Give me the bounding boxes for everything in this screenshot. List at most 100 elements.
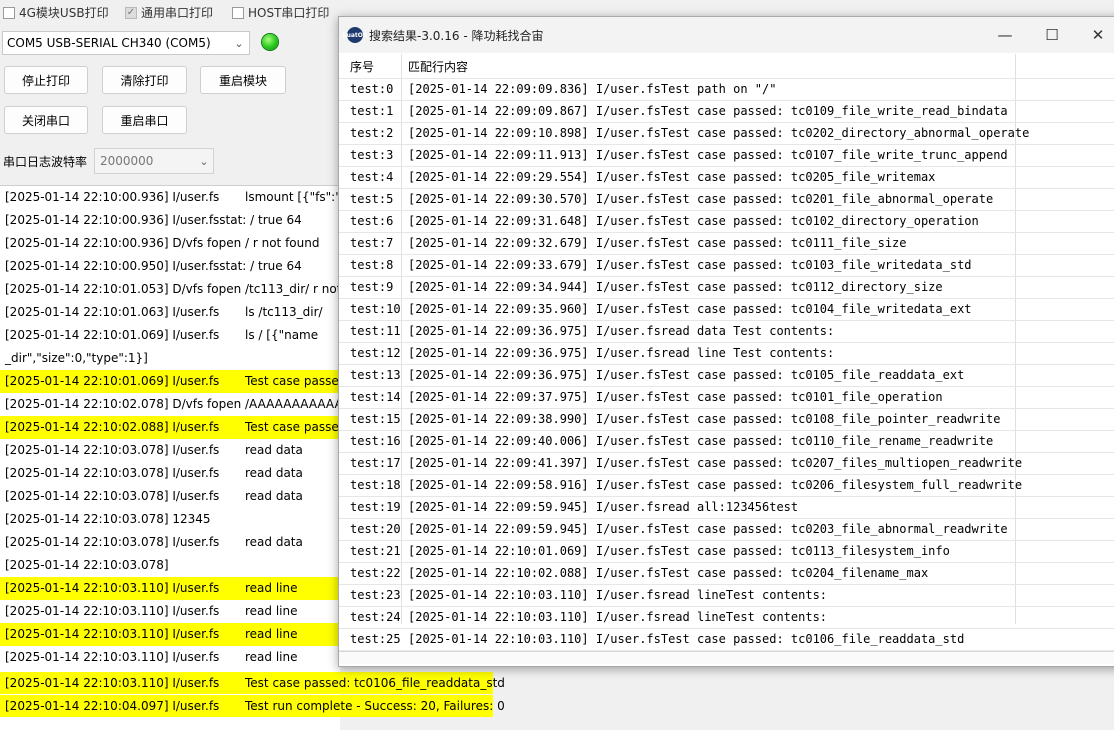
result-index: test:16 [350,434,401,448]
table-row[interactable]: test:4 [2025-01-14 22:09:29.554] I/user.f… [339,167,1114,189]
window-titlebar[interactable]: LuatOS 搜索结果-3.0.16 - 降功耗找合宙 — ☐ ✕ [339,17,1114,53]
log-message: read data [245,489,303,503]
search-results-table[interactable]: 序号 匹配行内容 test:0 [2025-01-14 22:09:09.836]… [339,54,1114,664]
result-index: test:17 [350,456,401,470]
table-row[interactable]: test:10 [2025-01-14 22:09:35.960] I/user.… [339,299,1114,321]
maximize-button[interactable]: ☐ [1029,17,1075,53]
result-index: test:2 [350,126,394,140]
log-message: read line [245,604,298,618]
result-line-content: [2025-01-14 22:10:03.110] I/user.fsread … [408,588,828,602]
log-timestamp: [2025-01-14 22:10:00.936] I/user.fsstat:… [5,213,302,227]
result-line-content: [2025-01-14 22:09:36.975] I/user.fsread … [408,324,835,338]
table-row[interactable]: test:15 [2025-01-14 22:09:38.990] I/user.… [339,409,1114,431]
result-line-content: [2025-01-14 22:09:35.960] I/user.fsTest … [408,302,972,316]
log-message: ls / [{"name [245,328,319,342]
table-row[interactable]: test:11 [2025-01-14 22:09:36.975] I/user.… [339,321,1114,343]
table-row[interactable]: test:5 [2025-01-14 22:09:30.570] I/user.f… [339,189,1114,211]
close-port-button[interactable]: 关闭串口 [4,106,88,134]
header-index[interactable]: 序号 [350,54,374,80]
table-row[interactable]: test:13 [2025-01-14 22:09:36.975] I/user.… [339,365,1114,387]
table-row[interactable]: test:23 [2025-01-14 22:10:03.110] I/user.… [339,585,1114,607]
log-row: [2025-01-14 22:10:00.936] I/user.fsstat:… [0,209,340,232]
log-row: [2025-01-14 22:10:03.110] I/user.fs read … [0,646,340,669]
stop-print-button[interactable]: 停止打印 [4,66,88,94]
checkbox-label: 4G模块USB打印 [19,6,109,20]
table-row[interactable]: test:8 [2025-01-14 22:09:33.679] I/user.f… [339,255,1114,277]
table-row[interactable]: test:16 [2025-01-14 22:09:40.006] I/user.… [339,431,1114,453]
chevron-down-icon[interactable]: ⌄ [195,155,213,168]
checkbox-host-serial-print[interactable]: HOST串口打印 [232,4,329,21]
checkbox-general-serial-print[interactable]: ✓ 通用串口打印 [125,4,213,21]
clear-print-button[interactable]: 清除打印 [102,66,187,94]
port-select-value: COM5 USB-SERIAL CH340 (COM5) [7,36,211,50]
log-timestamp: [2025-01-14 22:10:04.097] I/user.fs [5,699,220,713]
log-message: Test run complete - Success: 20, Failure… [245,699,505,713]
result-line-content: [2025-01-14 22:09:38.990] I/user.fsTest … [408,412,1001,426]
log-row: [2025-01-14 22:10:03.078] I/user.fs read … [0,485,340,508]
result-index: test:5 [350,192,394,206]
table-row[interactable]: test:19 [2025-01-14 22:09:59.945] I/user.… [339,497,1114,519]
result-line-content: [2025-01-14 22:09:30.570] I/user.fsTest … [408,192,994,206]
log-timestamp: [2025-01-14 22:10:03.078] I/user.fs [5,535,220,549]
close-button[interactable]: ✕ [1075,17,1114,53]
table-row[interactable]: test:18 [2025-01-14 22:09:58.916] I/user.… [339,475,1114,497]
header-content[interactable]: 匹配行内容 [408,54,468,80]
table-row[interactable]: test:3 [2025-01-14 22:09:11.913] I/user.f… [339,145,1114,167]
log-timestamp: [2025-01-14 22:10:03.078] I/user.fs [5,489,220,503]
table-row[interactable]: test:1 [2025-01-14 22:09:09.867] I/user.f… [339,101,1114,123]
log-timestamp: [2025-01-14 22:10:03.078] I/user.fs [5,443,220,457]
checkbox-label: HOST串口打印 [248,6,330,20]
horizontal-scrollbar[interactable] [339,651,1114,664]
table-row[interactable]: test:9 [2025-01-14 22:09:34.944] I/user.f… [339,277,1114,299]
log-timestamp: [2025-01-14 22:10:00.950] I/user.fsstat:… [5,259,302,273]
result-index: test:21 [350,544,401,558]
table-row[interactable]: test:6 [2025-01-14 22:09:31.648] I/user.f… [339,211,1114,233]
log-message: ls /tc113_dir/ [245,305,323,319]
restart-port-button[interactable]: 重启串口 [102,106,187,134]
print-mode-bar: 4G模块USB打印 ✓ 通用串口打印 HOST串口打印 [0,0,340,24]
port-select[interactable]: COM5 USB-SERIAL CH340 (COM5) ⌄ [2,31,250,55]
log-timestamp: [2025-01-14 22:10:00.936] D/vfs fopen / … [5,236,320,250]
log-message: read data [245,443,303,457]
minimize-button[interactable]: — [982,17,1028,53]
log-row-highlighted: [2025-01-14 22:10:01.069] I/user.fs Test … [0,370,340,393]
table-row[interactable]: test:25 [2025-01-14 22:10:03.110] I/user.… [339,629,1114,651]
table-row[interactable]: test:21 [2025-01-14 22:10:01.069] I/user.… [339,541,1114,563]
result-line-content: [2025-01-14 22:09:59.945] I/user.fsTest … [408,522,1008,536]
table-row[interactable]: test:17 [2025-01-14 22:09:41.397] I/user.… [339,453,1114,475]
log-row: [2025-01-14 22:10:03.078] I/user.fs read … [0,531,340,554]
result-index: test:23 [350,588,401,602]
table-row[interactable]: test:7 [2025-01-14 22:09:32.679] I/user.f… [339,233,1114,255]
result-line-content: [2025-01-14 22:10:02.088] I/user.fsTest … [408,566,929,580]
app-logo-icon: LuatOS [343,27,367,43]
checkbox-4g-usb-print[interactable]: 4G模块USB打印 [3,4,109,21]
table-row[interactable]: test:20 [2025-01-14 22:09:59.945] I/user.… [339,519,1114,541]
log-message: read line [245,650,298,664]
checkbox-box[interactable] [3,6,15,19]
result-index: test:9 [350,280,394,294]
log-message: lsmount [{"fs":"lf [245,190,340,204]
chevron-down-icon[interactable]: ⌄ [229,37,249,50]
result-line-content: [2025-01-14 22:09:40.006] I/user.fsTest … [408,434,994,448]
result-line-content: [2025-01-14 22:09:36.975] I/user.fsTest … [408,368,965,382]
baud-rate-label: 串口日志波特率 [3,155,88,169]
table-row[interactable]: test:14 [2025-01-14 22:09:37.975] I/user.… [339,387,1114,409]
baud-rate-select[interactable]: 2000000 ⌄ [94,148,214,174]
result-index: test:13 [350,368,401,382]
table-row[interactable]: test:0 [2025-01-14 22:09:09.836] I/user.f… [339,79,1114,101]
result-index: test:14 [350,390,401,404]
result-line-content: [2025-01-14 22:09:33.679] I/user.fsTest … [408,258,972,272]
log-timestamp: [2025-01-14 22:10:01.069] I/user.fs [5,328,220,342]
table-row[interactable]: test:2 [2025-01-14 22:09:10.898] I/user.f… [339,123,1114,145]
window-title: 搜索结果-3.0.16 - 降功耗找合宙 [369,28,544,43]
checkmark-icon[interactable]: ✓ [125,6,137,19]
log-row-highlighted: [2025-01-14 22:10:03.110] I/user.fs Test… [0,672,505,694]
checkbox-box[interactable] [232,6,244,19]
table-row[interactable]: test:22 [2025-01-14 22:10:02.088] I/user.… [339,563,1114,585]
table-row[interactable]: test:24 [2025-01-14 22:10:03.110] I/user.… [339,607,1114,629]
log-row: [2025-01-14 22:10:03.078] I/user.fs read … [0,462,340,485]
log-message: Test case passe [245,420,339,434]
serial-log-pane[interactable]: [2025-01-14 22:10:00.936] I/user.fs lsmou… [0,185,340,730]
table-row[interactable]: test:12 [2025-01-14 22:09:36.975] I/user.… [339,343,1114,365]
restart-module-button[interactable]: 重启模块 [200,66,286,94]
